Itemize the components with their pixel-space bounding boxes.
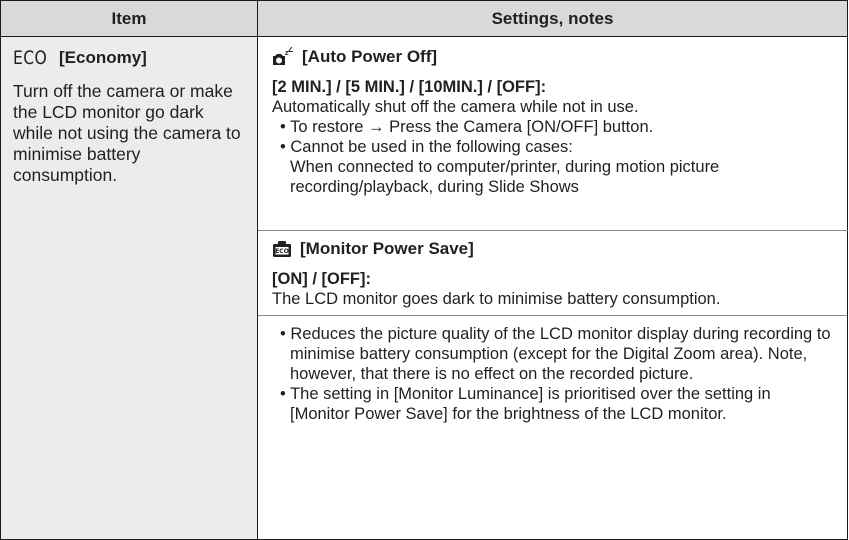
list-item: • To restore → Press the Camera [ON/OFF]… — [280, 118, 654, 136]
settings-table: Item Settings, notes ECO [Economy] Turn … — [0, 0, 848, 540]
header-item: Item — [0, 0, 258, 37]
auto-power-off-label: [Auto Power Off] — [302, 47, 438, 66]
list-item: • Reduces the picture quality of the LCD… — [280, 325, 831, 383]
list-item: • Cannot be used in the following cases: — [280, 138, 573, 156]
auto-power-off-description: Automatically shut off the camera while … — [272, 98, 639, 116]
eco-monitor-icon: ECO — [273, 241, 291, 257]
list-item: • The setting in [Monitor Luminance] is … — [280, 385, 771, 423]
economy-heading: ECO [Economy] — [13, 47, 245, 69]
auto-power-off-heading: z Z [Auto Power Off] — [272, 47, 833, 67]
auto-power-off-cell: z Z [Auto Power Off] [2 MIN.] / [5 MIN.]… — [257, 36, 848, 231]
auto-power-off-options: [2 MIN.] / [5 MIN.] / [10MIN.] / [OFF]: — [272, 78, 547, 96]
svg-text:Z: Z — [288, 47, 293, 54]
economy-cell: ECO [Economy] Turn off the camera or mak… — [0, 36, 258, 540]
economy-label: [Economy] — [59, 48, 147, 67]
table-row: ECO [Economy] Turn off the camera or mak… — [0, 36, 848, 540]
monitor-power-save-options: [ON] / [OFF]: — [272, 270, 371, 288]
sleep-camera-icon: z Z — [273, 47, 293, 65]
economy-description: Turn off the camera or make the LCD moni… — [13, 81, 241, 185]
monitor-power-save-heading: ECO [Monitor Power Save] — [272, 239, 833, 259]
auto-power-off-cases: When connected to computer/printer, duri… — [290, 158, 720, 196]
header-settings-notes: Settings, notes — [257, 0, 848, 37]
svg-text:ECO: ECO — [275, 248, 289, 255]
monitor-power-save-cell: ECO [Monitor Power Save] [ON] / [OFF]: T… — [257, 230, 848, 540]
eco-icon: ECO — [13, 47, 48, 69]
table-header-row: Item Settings, notes — [0, 0, 848, 37]
monitor-power-save-label: [Monitor Power Save] — [300, 239, 474, 258]
divider — [258, 315, 847, 324]
monitor-power-save-description: The LCD monitor goes dark to minimise ba… — [272, 290, 721, 308]
